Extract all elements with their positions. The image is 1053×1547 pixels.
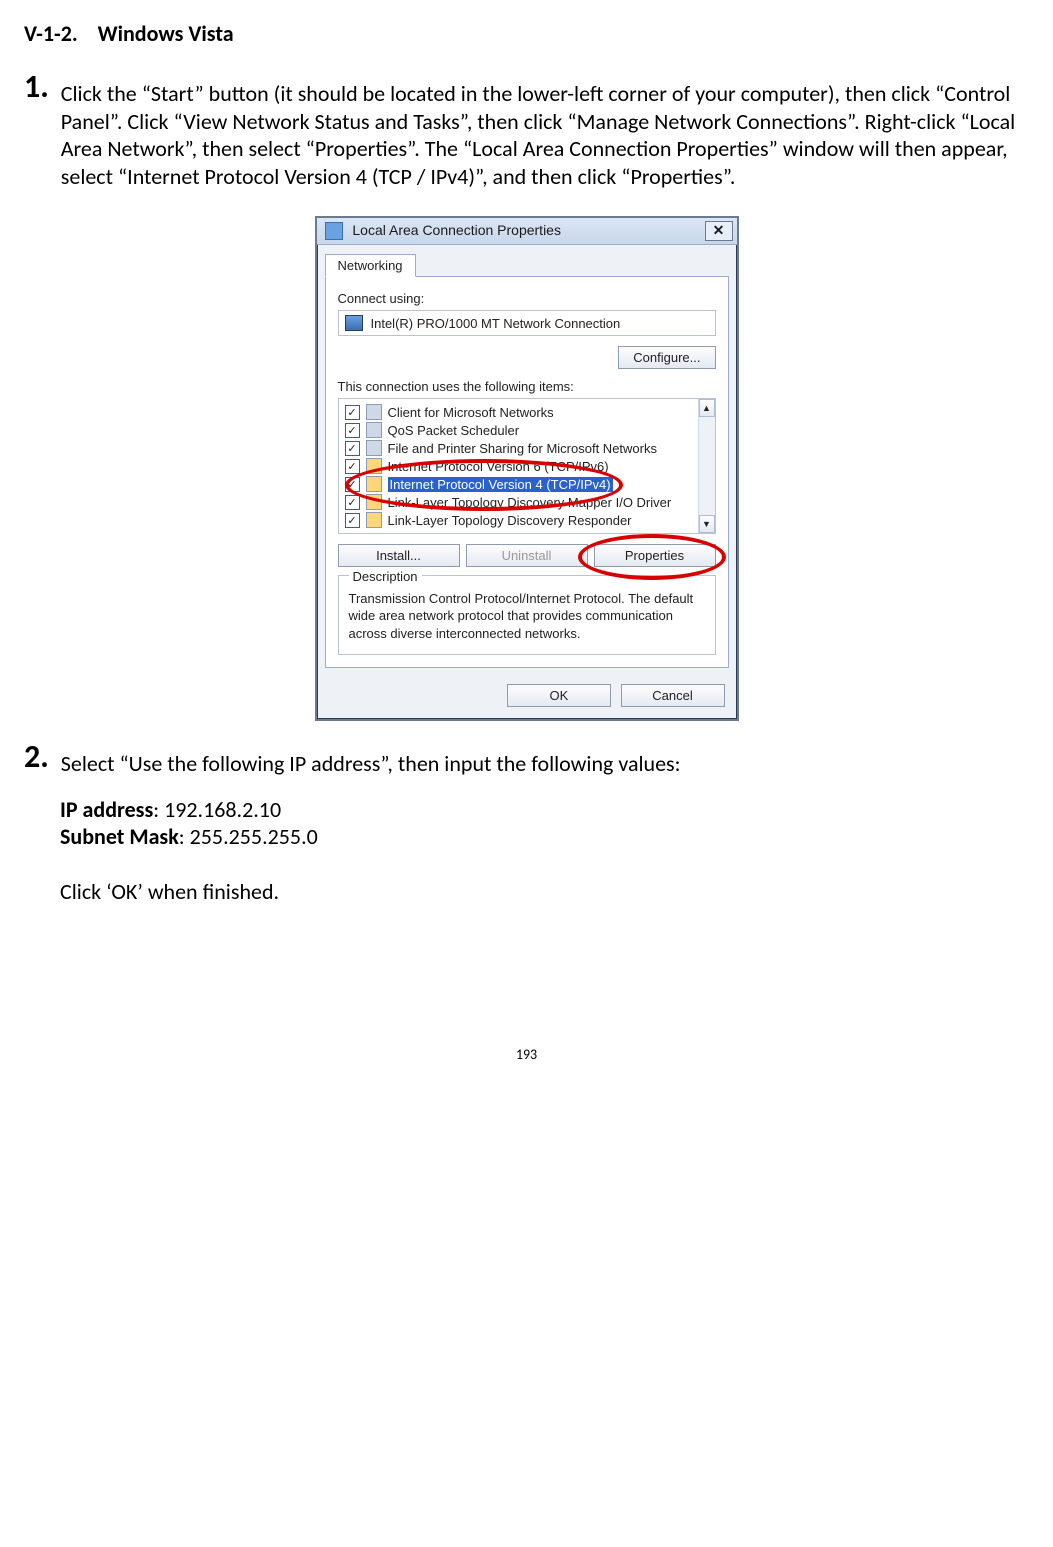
page-number: 193 <box>24 1046 1029 1083</box>
connect-using-label: Connect using: <box>338 291 716 306</box>
step-1-text: Click the “Start” button (it should be l… <box>57 71 1029 190</box>
checkbox-icon[interactable]: ✓ <box>345 405 360 420</box>
adapter-box[interactable]: Intel(R) PRO/1000 MT Network Connection <box>338 310 716 336</box>
mask-line: Subnet Mask: 255.255.255.0 <box>60 823 1029 851</box>
ip-address-label: IP address <box>60 796 153 823</box>
section-number: V-1-2. <box>24 20 78 47</box>
titlebar-left: Local Area Connection Properties <box>325 222 561 240</box>
checkbox-icon[interactable]: ✓ <box>345 495 360 510</box>
item-label: Link-Layer Topology Discovery Responder <box>388 513 632 528</box>
list-item[interactable]: ✓ File and Printer Sharing for Microsoft… <box>339 439 699 457</box>
item-label: File and Printer Sharing for Microsoft N… <box>388 441 657 456</box>
scroll-down-icon[interactable]: ▼ <box>699 515 715 533</box>
ip-line: IP address: 192.168.2.10 <box>60 796 1029 824</box>
list-item[interactable]: ✓ Link-Layer Topology Discovery Responde… <box>339 511 699 529</box>
subnet-mask-label: Subnet Mask <box>60 823 179 850</box>
description-text: Transmission Control Protocol/Internet P… <box>349 590 705 643</box>
qos-icon <box>366 422 382 438</box>
list-item[interactable]: ✓ Internet Protocol Version 6 (TCP/IPv6) <box>339 457 699 475</box>
subnet-mask-value: : 255.255.255.0 <box>179 823 318 850</box>
step-1: 1. Click the “Start” button (it should b… <box>24 71 1029 190</box>
item-label: Client for Microsoft Networks <box>388 405 554 420</box>
protocol-icon <box>366 458 382 474</box>
screenshot-figure: Local Area Connection Properties ✕ Netwo… <box>24 216 1029 721</box>
list-item[interactable]: ✓ QoS Packet Scheduler <box>339 421 699 439</box>
ip-address-value: : 192.168.2.10 <box>153 796 281 823</box>
close-button[interactable]: ✕ <box>705 221 733 241</box>
configure-button[interactable]: Configure... <box>618 346 715 369</box>
list-item[interactable]: ✓ Link-Layer Topology Discovery Mapper I… <box>339 493 699 511</box>
tabstrip: Networking <box>317 245 737 276</box>
checkbox-icon[interactable]: ✓ <box>345 423 360 438</box>
item-label: Link-Layer Topology Discovery Mapper I/O… <box>388 495 672 510</box>
dialog-footer: OK Cancel <box>317 676 737 719</box>
local-area-connection-properties-dialog: Local Area Connection Properties ✕ Netwo… <box>315 216 739 721</box>
section-heading: V-1-2. Windows Vista <box>24 20 1029 47</box>
protocol-icon <box>366 476 382 492</box>
list-button-row: Install... Uninstall Properties <box>338 544 716 567</box>
item-label: Internet Protocol Version 4 (TCP/IPv4) <box>388 477 613 492</box>
nic-icon <box>345 315 363 331</box>
section-title: Windows Vista <box>98 20 234 47</box>
cancel-button[interactable]: Cancel <box>621 684 725 707</box>
ok-button[interactable]: OK <box>507 684 611 707</box>
dialog-titlebar[interactable]: Local Area Connection Properties ✕ <box>317 218 737 245</box>
item-label: Internet Protocol Version 6 (TCP/IPv6) <box>388 459 609 474</box>
client-icon <box>366 404 382 420</box>
configure-row: Configure... <box>338 346 716 369</box>
finish-text: Click ‘OK’ when finished. <box>60 878 1029 906</box>
items-label: This connection uses the following items… <box>338 379 716 394</box>
protocol-icon <box>366 512 382 528</box>
list-item-selected[interactable]: ✓ Internet Protocol Version 4 (TCP/IPv4) <box>339 475 699 493</box>
description-group: Description Transmission Control Protoco… <box>338 575 716 655</box>
step-2: 2. Select “Use the following IP address”… <box>24 741 1029 778</box>
dialog-title: Local Area Connection Properties <box>352 222 561 238</box>
scroll-up-icon[interactable]: ▲ <box>699 399 715 417</box>
scroll-track[interactable] <box>699 417 715 515</box>
step-2-number: 2. <box>24 741 49 778</box>
checkbox-icon[interactable]: ✓ <box>345 459 360 474</box>
networking-panel: Connect using: Intel(R) PRO/1000 MT Netw… <box>325 276 729 668</box>
step-1-number: 1. <box>24 71 49 190</box>
fileprint-icon <box>366 440 382 456</box>
checkbox-icon[interactable]: ✓ <box>345 513 360 528</box>
adapter-name: Intel(R) PRO/1000 MT Network Connection <box>371 316 621 331</box>
network-icon <box>325 222 343 240</box>
protocol-icon <box>366 494 382 510</box>
tab-networking[interactable]: Networking <box>325 254 416 277</box>
checkbox-icon[interactable]: ✓ <box>345 441 360 456</box>
description-legend: Description <box>349 568 422 586</box>
checkbox-icon[interactable]: ✓ <box>345 477 360 492</box>
list-item[interactable]: ✓ Client for Microsoft Networks <box>339 403 699 421</box>
step-2-text: Select “Use the following IP address”, t… <box>57 741 681 778</box>
ip-values-block: IP address: 192.168.2.10 Subnet Mask: 25… <box>60 796 1029 906</box>
uninstall-button: Uninstall <box>466 544 588 567</box>
item-label: QoS Packet Scheduler <box>388 423 520 438</box>
scrollbar[interactable]: ▲ ▼ <box>698 399 715 533</box>
properties-button[interactable]: Properties <box>594 544 716 567</box>
install-button[interactable]: Install... <box>338 544 460 567</box>
items-listbox[interactable]: ✓ Client for Microsoft Networks ✓ QoS Pa… <box>338 398 716 534</box>
